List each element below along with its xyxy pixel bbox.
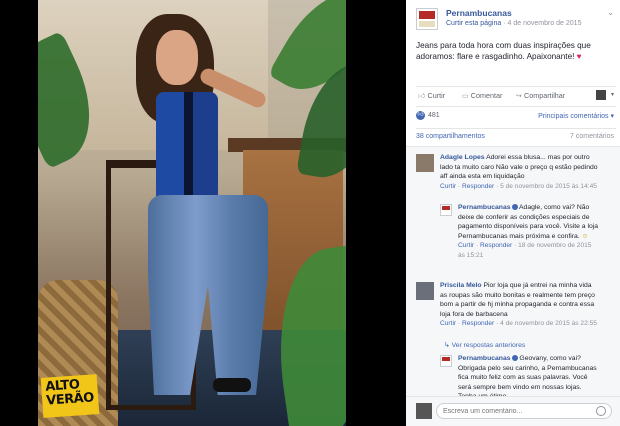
comment-reply-link[interactable]: Responder <box>462 183 494 190</box>
comment-like-link[interactable]: Curtir <box>458 242 474 249</box>
comment-meta: Curtir · Responder · 4 de novembro de 20… <box>440 320 597 327</box>
comment-meta: Curtir · Responder · 18 de novembro de 2… <box>458 242 592 259</box>
comment-body: Pernambucanas Adagle, como vai? Não deix… <box>458 203 600 260</box>
post-meta: Curtir esta página · 4 de novembro de 20… <box>446 20 581 27</box>
comment-like-link[interactable]: Curtir <box>440 320 456 327</box>
comment-body: Pernambucanas Geovany, como vai? Obrigad… <box>458 354 600 396</box>
commenter-name[interactable]: Pernambucanas <box>458 355 511 362</box>
avatar[interactable] <box>416 154 434 172</box>
comment-reply-link[interactable]: Responder <box>462 320 494 327</box>
like-label: Curtir <box>427 91 446 100</box>
chevron-down-icon[interactable]: ⌄ <box>607 8 614 17</box>
post-actions: 👍︎ Curtir ▭ Comentar ↪ Compartilhar ▾ <box>416 86 616 102</box>
comment-sort-dropdown[interactable]: Principais comentários ▾ <box>538 112 614 120</box>
comment-button[interactable]: ▭ Comentar <box>462 91 502 100</box>
photo-model-shoe <box>213 378 251 392</box>
comment-like-link[interactable]: Curtir <box>440 183 456 190</box>
viewer-avatar <box>416 403 432 419</box>
side-panel: Pernambucanas Curtir esta página · 4 de … <box>406 0 620 426</box>
commenter-name[interactable]: Priscila Melo <box>440 282 482 289</box>
like-reaction-icon: 👍︎ <box>416 111 425 120</box>
photo-viewer: ALTO VERÃO Pernambucanas Curtir esta pág… <box>0 0 620 426</box>
post-date[interactable]: 4 de novembro de 2015 <box>508 20 582 27</box>
comment-label: Comentar <box>470 91 503 100</box>
caret-down-icon[interactable]: ▾ <box>611 91 614 98</box>
engagement-counts: 38 compartilhamentos 7 comentários <box>416 128 616 142</box>
avatar[interactable] <box>440 355 452 367</box>
logo-line-2: VERÃO <box>45 390 95 409</box>
view-previous-replies-link[interactable]: ↳ Ver respostas anteriores <box>444 341 525 349</box>
comments-count: 7 comentários <box>570 133 614 140</box>
comment-reply-link[interactable]: Responder <box>480 242 512 249</box>
comment-body: Priscila Melo Pior loja que já entrei na… <box>440 281 600 329</box>
viewer-avatar[interactable] <box>596 90 606 100</box>
page-avatar[interactable] <box>416 8 438 30</box>
comment-date[interactable]: 5 de novembro de 2015 às 14:45 <box>500 183 597 190</box>
photo-model-top <box>156 92 218 202</box>
comments-list: Adagle Lopes Adorei essa blusa... mas po… <box>406 146 620 396</box>
comment-composer <box>406 396 620 426</box>
comment-meta: Curtir · Responder · 5 de novembro de 20… <box>440 182 597 190</box>
alto-verao-logo: ALTO VERÃO <box>40 374 100 418</box>
thumbs-up-icon: 👍︎ <box>418 91 426 100</box>
photo-model-face <box>156 30 198 85</box>
comment-input[interactable] <box>436 403 612 419</box>
smile-emoji: ☺ <box>581 232 589 240</box>
follow-page-link[interactable]: Curtir esta página <box>446 20 501 27</box>
post-text-body: Jeans para toda hora com duas inspiraçõe… <box>416 41 591 61</box>
avatar[interactable] <box>416 282 434 300</box>
comment-icon: ▭ <box>462 91 469 100</box>
share-label: Compartilhar <box>524 91 566 100</box>
like-button[interactable]: 👍︎ Curtir <box>418 91 445 100</box>
page-name-link[interactable]: Pernambucanas <box>446 8 512 18</box>
commenter-name[interactable]: Pernambucanas <box>458 204 511 211</box>
comment-date[interactable]: 18 de novembro de 2015 às 15:21 <box>458 242 591 259</box>
share-button[interactable]: ↪ Compartilhar <box>516 91 565 100</box>
avatar[interactable] <box>440 204 452 216</box>
post-photo[interactable]: ALTO VERÃO <box>38 0 346 426</box>
reaction-count[interactable]: 481 <box>428 112 440 119</box>
post-text: Jeans para toda hora com duas inspiraçõe… <box>416 40 616 62</box>
shares-count[interactable]: 38 compartilhamentos <box>416 133 485 140</box>
post-header: Pernambucanas Curtir esta página · 4 de … <box>416 6 616 34</box>
comment-date[interactable]: 4 de novembro de 2015 às 22:55 <box>500 320 597 327</box>
reactions-bar: 👍︎ 481 Principais comentários ▾ <box>416 106 616 122</box>
commenter-name[interactable]: Adagle Lopes <box>440 154 485 161</box>
meta-separator: · <box>503 20 506 27</box>
emoji-icon[interactable] <box>596 406 606 416</box>
share-icon: ↪ <box>516 91 523 100</box>
comment-body: Adagle Lopes Adorei essa blusa... mas po… <box>440 153 600 191</box>
heart-emoji: ♥ <box>576 52 582 61</box>
